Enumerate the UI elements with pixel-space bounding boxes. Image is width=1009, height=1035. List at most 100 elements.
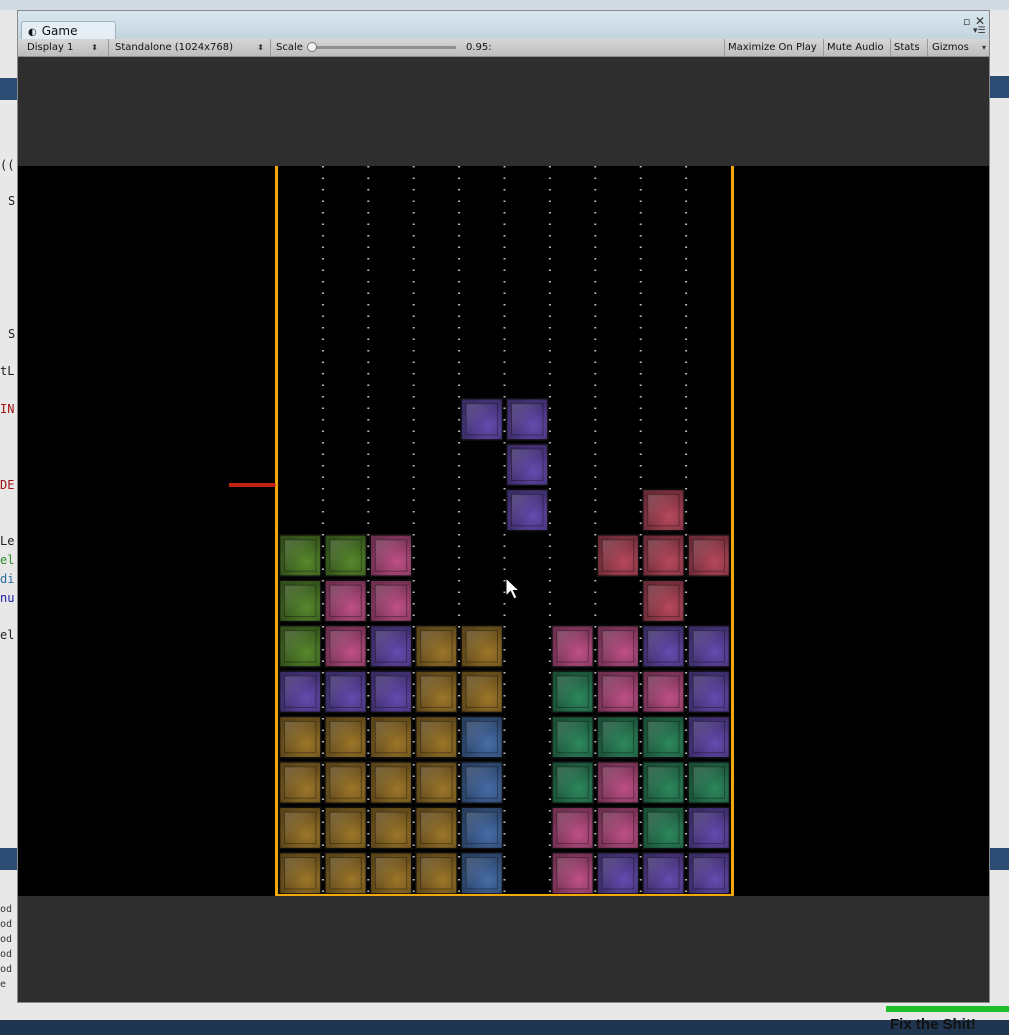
tetris-block [324, 670, 368, 714]
tetris-block [369, 624, 413, 668]
console-line: od [0, 949, 13, 960]
tetris-block [369, 761, 413, 804]
editor-blue-bar [0, 78, 17, 100]
editor-blue-bar-lower-right [990, 848, 1009, 870]
editor-bottom-bar [0, 1020, 1009, 1035]
stats-button[interactable]: Stats [890, 39, 926, 56]
tab-bar: ◐ Game ▫ ✕ ▾☰ [18, 11, 989, 39]
gizmos-label: Gizmos [932, 42, 969, 53]
console-line: od [0, 904, 13, 915]
code-fragment: di [0, 572, 15, 586]
tetris-block [460, 715, 504, 759]
tetris-block [687, 851, 731, 895]
chevron-updown-icon: ⬍ [257, 43, 264, 52]
code-fragment: nu [0, 591, 15, 605]
tab-game[interactable]: ◐ Game [21, 21, 116, 39]
tetris-block [641, 534, 685, 577]
tetris-block [324, 534, 368, 577]
banner-text: Fix the Shit! [890, 1016, 976, 1033]
tetris-block [278, 806, 322, 850]
tetris-block [278, 851, 322, 895]
mute-audio-button[interactable]: Mute Audio [823, 39, 889, 56]
mouse-cursor-icon [505, 577, 521, 600]
tetris-block [687, 624, 731, 668]
tetris-block [596, 806, 640, 850]
tetris-block [278, 670, 322, 714]
tetris-block [641, 851, 685, 895]
scale-control: Scale 0.95: [270, 39, 510, 56]
tetris-block [641, 806, 685, 850]
console-line: od [0, 919, 13, 930]
tetris-block [460, 624, 504, 668]
code-fragment: DE [0, 478, 15, 492]
tetris-block [641, 761, 685, 804]
maximize-window-icon[interactable]: ▫ [963, 15, 970, 28]
tetris-block [414, 761, 458, 804]
tetris-block [414, 851, 458, 895]
panel-menu-icon[interactable]: ▾☰ [973, 26, 986, 36]
tetris-block [414, 624, 458, 668]
tetris-block [369, 670, 413, 714]
tetris-block [278, 534, 322, 577]
tetris-block [505, 397, 549, 441]
tetris-block [369, 579, 413, 623]
tetris-block [596, 851, 640, 895]
resolution-dropdown[interactable]: Standalone (1024x768) ⬍ [108, 39, 268, 56]
game-window: ◐ Game ▫ ✕ ▾☰ Display 1 ⬍ Standalone (102… [17, 10, 990, 1003]
scale-slider-thumb[interactable] [307, 42, 317, 52]
tetris-block [324, 761, 368, 804]
tetris-block [641, 488, 685, 532]
display-dropdown[interactable]: Display 1 ⬍ [22, 39, 102, 56]
tetris-block [414, 715, 458, 759]
tetris-block [687, 715, 731, 759]
tetris-block [551, 670, 595, 714]
tetris-block [460, 806, 504, 850]
maximize-on-play-button[interactable]: Maximize On Play [724, 39, 822, 56]
chevron-down-icon: ▾ [981, 43, 986, 52]
tetris-block [278, 715, 322, 759]
code-fragment: IN [0, 402, 15, 416]
tetris-block [687, 670, 731, 714]
tetris-block [641, 579, 685, 623]
tetris-block [687, 806, 731, 850]
tetris-block [551, 761, 595, 804]
tab-game-label: Game [41, 24, 78, 38]
tetris-block [641, 670, 685, 714]
tetris-block [324, 715, 368, 759]
tetris-block [641, 624, 685, 668]
tetris-block [324, 851, 368, 895]
tetris-block [414, 806, 458, 850]
tetris-block [687, 761, 731, 804]
tetris-block [324, 624, 368, 668]
scale-slider-track[interactable] [311, 46, 456, 49]
console-line: od [0, 964, 13, 975]
tetris-block [369, 715, 413, 759]
tetris-block [505, 443, 549, 487]
tetris-block [641, 715, 685, 759]
scale-label: Scale [276, 42, 303, 53]
tetris-block [460, 397, 504, 441]
code-fragment: S [8, 327, 16, 341]
tetris-block [460, 670, 504, 714]
tetris-block [596, 715, 640, 759]
maximize-on-play-label: Maximize On Play [728, 42, 817, 53]
tetris-block [278, 761, 322, 804]
editor-blue-bar-right [990, 76, 1009, 98]
resolution-dropdown-label: Standalone (1024x768) [115, 42, 234, 53]
code-fragment: tL [0, 364, 15, 378]
tetris-block [414, 670, 458, 714]
gizmos-dropdown[interactable]: Gizmos ▾ [927, 39, 988, 56]
tetris-board [229, 166, 734, 896]
tetris-block [551, 806, 595, 850]
game-view[interactable] [18, 57, 989, 1002]
display-dropdown-label: Display 1 [27, 42, 74, 53]
code-fragment: el [0, 553, 15, 567]
tetris-block [324, 579, 368, 623]
tetris-block [460, 761, 504, 804]
tetris-block [460, 851, 504, 895]
tetris-block [278, 624, 322, 668]
console-line: e [0, 979, 7, 990]
tetris-block [505, 488, 549, 532]
tetris-block [596, 534, 640, 577]
code-fragment: (( [0, 158, 15, 172]
